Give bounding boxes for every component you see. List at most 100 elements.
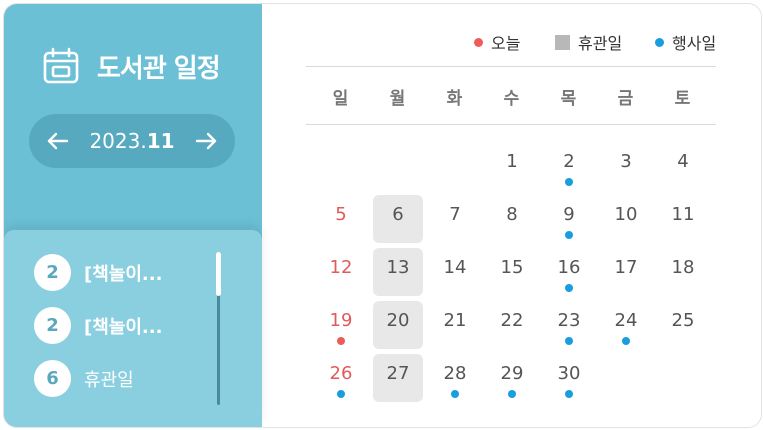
day-number: 30: [557, 363, 581, 384]
day-cell[interactable]: 28: [430, 354, 480, 402]
weekday-sat: 토: [674, 89, 691, 109]
day-number: 11: [671, 204, 695, 225]
legend-event: 행사일: [655, 30, 716, 54]
day-number: 3: [620, 151, 632, 172]
day-number: 17: [614, 257, 638, 278]
day-cell[interactable]: 9: [544, 195, 594, 243]
weekday-thu: 목: [560, 89, 577, 109]
day-cell[interactable]: 30: [544, 354, 594, 402]
header-divider-top: [306, 66, 716, 67]
legend-event-label: 행사일: [672, 34, 717, 53]
day-number: 9: [563, 204, 575, 225]
day-number: 4: [677, 151, 689, 172]
legend-closed: 휴관일: [555, 30, 622, 54]
event-dot-icon: [508, 390, 516, 398]
day-cell[interactable]: 25: [658, 301, 708, 349]
day-number: 29: [500, 363, 524, 384]
day-cell[interactable]: 7: [430, 195, 480, 243]
event-day-badge: 2: [34, 254, 71, 291]
event-dot-icon: [451, 390, 459, 398]
day-number: 22: [500, 310, 524, 331]
event-dot-icon: [565, 231, 573, 239]
event-dot-icon: [337, 390, 345, 398]
day-cell[interactable]: 2: [544, 142, 594, 190]
legend-today: 오늘: [474, 30, 520, 54]
day-number: 2: [563, 151, 575, 172]
day-cell[interactable]: 29: [487, 354, 537, 402]
day-number: 15: [500, 257, 524, 278]
day-number: 12: [329, 257, 353, 278]
event-day-badge: 6: [34, 360, 71, 397]
day-number: 16: [557, 257, 581, 278]
day-number: 1: [506, 151, 518, 172]
day-number: 19: [329, 310, 353, 331]
day-number: 25: [671, 310, 695, 331]
day-cell[interactable]: 5: [316, 195, 366, 243]
event-dot-icon: [565, 284, 573, 292]
event-day-badge: 2: [34, 307, 71, 344]
day-cell[interactable]: 15: [487, 248, 537, 296]
header-divider-bottom: [306, 124, 716, 125]
day-number: 8: [506, 204, 518, 225]
day-number: 23: [557, 310, 581, 331]
event-list-item[interactable]: 2 [책놀이...: [34, 254, 162, 291]
day-cell[interactable]: 19: [316, 301, 366, 349]
day-number: 6: [392, 204, 404, 225]
event-dot-icon: [655, 37, 664, 47]
event-list-panel: 2 [책놀이... 2 [책놀이... 6 휴관일: [4, 230, 262, 427]
day-cell[interactable]: 23: [544, 301, 594, 349]
weekday-mon: 월: [389, 89, 406, 109]
day-number: 13: [386, 257, 410, 278]
day-cell[interactable]: 12: [316, 248, 366, 296]
day-cell[interactable]: 20: [373, 301, 423, 349]
weekday-fri: 금: [617, 89, 634, 109]
sidebar: 도서관 일정 2023. 11 2 [책놀이... 2 [책놀이... 6 휴관…: [4, 4, 262, 427]
closed-square-icon: [555, 34, 570, 50]
day-cell[interactable]: 1: [487, 142, 537, 190]
event-dot-icon: [622, 337, 630, 345]
weekday-tue: 화: [446, 89, 463, 109]
day-cell[interactable]: 14: [430, 248, 480, 296]
month-navigator: 2023. 11: [29, 114, 235, 168]
weekday-sun: 일: [332, 89, 349, 109]
day-number: 27: [386, 363, 410, 384]
event-title: [책놀이...: [84, 316, 163, 338]
day-cell[interactable]: 22: [487, 301, 537, 349]
weekday-wed: 수: [503, 89, 520, 109]
legend-today-label: 오늘: [491, 34, 521, 53]
day-number: 24: [614, 310, 638, 331]
event-title: [책놀이...: [84, 263, 163, 285]
today-dot-icon: [337, 337, 345, 345]
event-dot-icon: [565, 390, 573, 398]
day-cell[interactable]: 26: [316, 354, 366, 402]
day-cell[interactable]: 18: [658, 248, 708, 296]
day-cell[interactable]: 10: [601, 195, 651, 243]
library-schedule-widget: 도서관 일정 2023. 11 2 [책놀이... 2 [책놀이... 6 휴관…: [3, 3, 762, 428]
day-cell[interactable]: 6: [373, 195, 423, 243]
day-number: 21: [443, 310, 467, 331]
day-number: 10: [614, 204, 638, 225]
scrollbar-thumb[interactable]: [216, 252, 221, 296]
event-dot-icon: [565, 178, 573, 186]
day-number: 20: [386, 310, 410, 331]
day-cell[interactable]: 11: [658, 195, 708, 243]
day-cell[interactable]: 27: [373, 354, 423, 402]
day-cell[interactable]: 3: [601, 142, 651, 190]
day-cell[interactable]: 17: [601, 248, 651, 296]
next-month-button[interactable]: [181, 114, 231, 168]
event-dot-icon: [565, 337, 573, 345]
day-cell[interactable]: 8: [487, 195, 537, 243]
day-number: 26: [329, 363, 353, 384]
day-cell[interactable]: 13: [373, 248, 423, 296]
event-list-item[interactable]: 6 휴관일: [34, 360, 134, 397]
event-list-item[interactable]: 2 [책놀이...: [34, 307, 162, 344]
day-number: 7: [449, 204, 461, 225]
day-cell[interactable]: 24: [601, 301, 651, 349]
month-number: 11: [146, 129, 175, 153]
legend-closed-label: 휴관일: [578, 34, 623, 53]
day-number: 14: [443, 257, 467, 278]
day-cell[interactable]: 16: [544, 248, 594, 296]
day-cell[interactable]: 21: [430, 301, 480, 349]
day-cell[interactable]: 4: [658, 142, 708, 190]
day-number: 28: [443, 363, 467, 384]
